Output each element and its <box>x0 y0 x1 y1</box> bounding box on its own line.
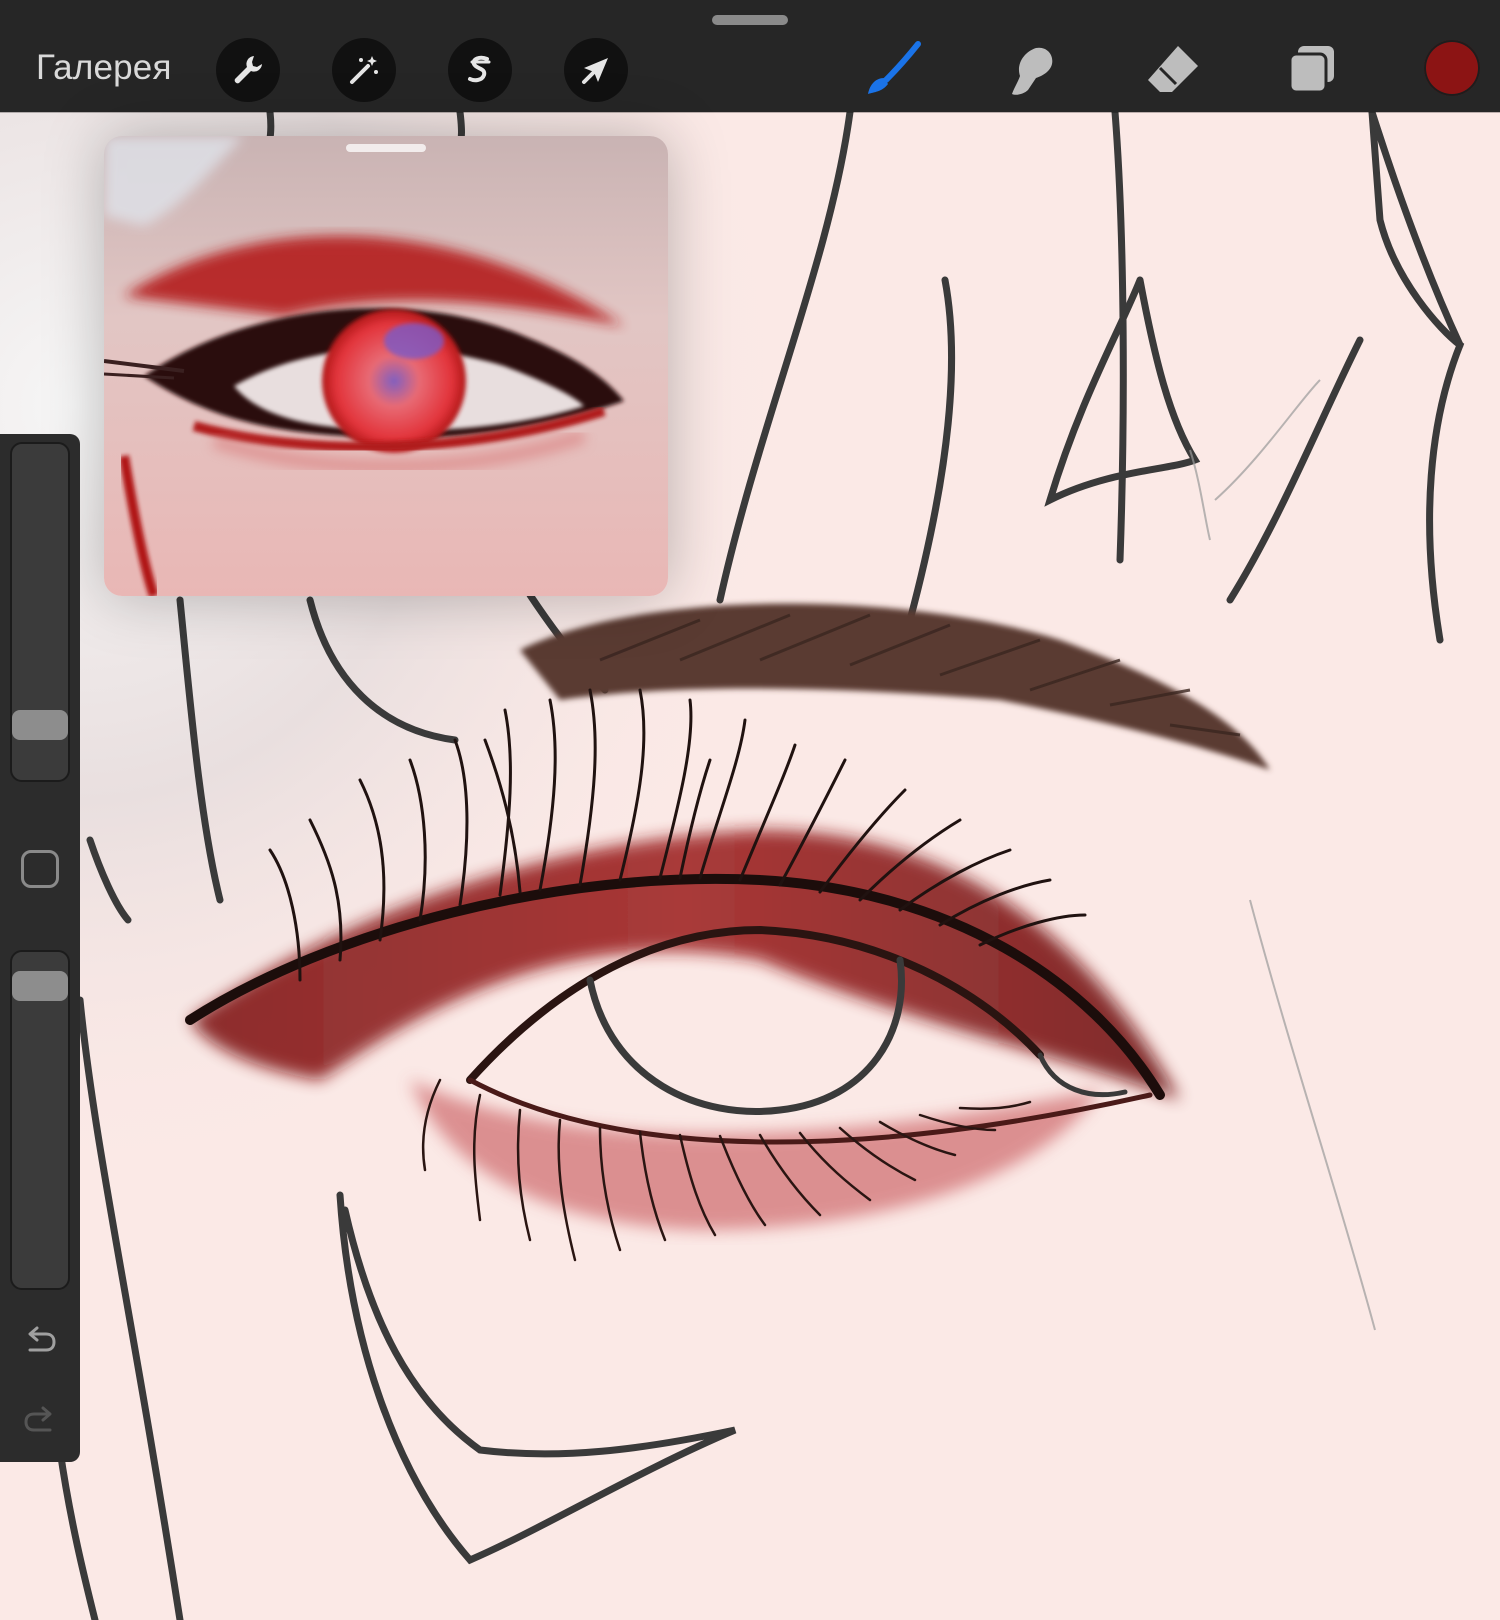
transform-button[interactable] <box>564 38 628 102</box>
gallery-button[interactable]: Галерея <box>36 44 172 92</box>
opacity-slider[interactable] <box>10 950 70 1290</box>
actions-button[interactable] <box>216 38 280 102</box>
brush-size-slider[interactable] <box>10 442 70 782</box>
opacity-thumb[interactable] <box>12 970 68 1001</box>
undo-button[interactable] <box>20 1320 60 1360</box>
brush-size-thumb[interactable] <box>12 710 68 741</box>
toolbar-grabber[interactable] <box>712 15 788 25</box>
reference-grabber[interactable] <box>346 144 426 152</box>
redo-button[interactable] <box>20 1400 60 1440</box>
top-toolbar: Галерея <box>0 0 1500 112</box>
color-picker-swatch[interactable] <box>1424 40 1480 96</box>
modify-button[interactable] <box>21 850 59 888</box>
smudge-icon <box>1012 47 1053 95</box>
reference-window[interactable] <box>104 136 668 596</box>
undo-icon <box>28 1326 56 1352</box>
transform-arrow-icon <box>582 58 608 84</box>
smudge-tool-button[interactable] <box>998 36 1066 104</box>
brush-tool-button[interactable] <box>858 36 926 104</box>
left-sidebar <box>0 434 80 1462</box>
layers-icon <box>1288 46 1334 94</box>
layers-button[interactable] <box>1278 36 1346 104</box>
magic-wand-icon <box>350 56 378 84</box>
wrench-icon <box>234 56 262 84</box>
reference-eye-image <box>104 136 668 596</box>
brush-icon <box>868 41 921 94</box>
selection-icon <box>468 55 491 83</box>
adjustments-button[interactable] <box>332 38 396 102</box>
eraser-icon <box>1148 46 1198 92</box>
redo-icon <box>24 1406 52 1432</box>
selection-button[interactable] <box>448 38 512 102</box>
eraser-tool-button[interactable] <box>1138 36 1206 104</box>
